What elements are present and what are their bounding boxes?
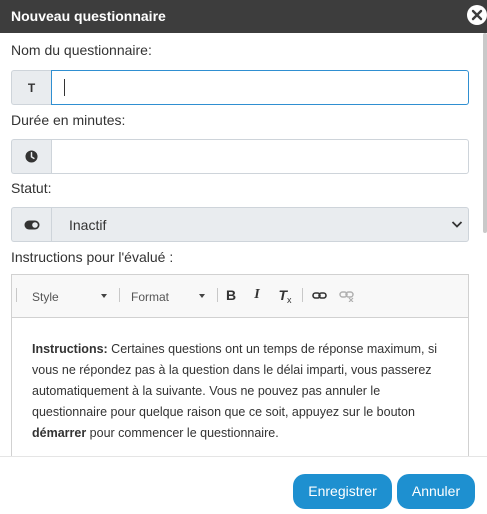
instructions-text-2: pour commencer le questionnaire. — [86, 426, 279, 440]
style-combo[interactable]: Style — [32, 284, 112, 308]
italic-button[interactable]: I — [248, 287, 266, 305]
format-combo-arrow-icon — [199, 294, 205, 298]
dialog-header: Nouveau questionnaire — [0, 0, 487, 33]
status-label: Statut: — [11, 180, 52, 196]
clear-format-button[interactable]: Tx — [276, 287, 294, 305]
format-combo-label: Format — [131, 290, 170, 304]
toolbar-separator — [119, 288, 120, 302]
clock-icon — [25, 150, 38, 163]
link-icon — [311, 292, 327, 299]
toolbar-separator — [217, 288, 218, 302]
name-label: Nom du questionnaire: — [11, 42, 152, 58]
dialog-title: Nouveau questionnaire — [11, 8, 166, 24]
status-input-group: Inactif — [11, 207, 469, 242]
close-icon — [471, 9, 483, 21]
toolbar-separator — [302, 288, 303, 302]
instructions-lead: Instructions: — [32, 342, 108, 356]
cancel-button[interactable]: Annuler — [397, 474, 475, 509]
link-button[interactable] — [310, 287, 328, 305]
name-input[interactable] — [51, 70, 469, 105]
clear-format-icon: T — [278, 287, 288, 303]
style-combo-arrow-icon — [101, 294, 107, 298]
duration-input[interactable] — [51, 139, 469, 174]
unlink-button[interactable] — [338, 287, 356, 305]
start-keyword: démarrer — [32, 426, 87, 440]
text-icon: T — [11, 70, 51, 105]
bold-button[interactable]: B — [222, 287, 240, 305]
close-button[interactable] — [467, 5, 487, 25]
status-select-value: Inactif — [69, 217, 107, 233]
toggle-icon — [24, 220, 39, 229]
toggle-icon-addon — [11, 207, 51, 242]
toolbar-separator — [16, 288, 17, 302]
status-select[interactable]: Inactif — [51, 207, 469, 242]
dialog-scrollbar[interactable] — [483, 33, 487, 233]
editor-toolbar: Style Format B I Tx — [12, 275, 468, 318]
clock-icon-addon — [11, 139, 51, 174]
dialog-footer: Enregistrer Annuler — [0, 456, 487, 514]
duration-input-group — [11, 139, 469, 174]
editor-content[interactable]: Instructions: Certaines questions ont un… — [32, 339, 452, 444]
text-caret — [64, 79, 65, 96]
instructions-label: Instructions pour l'évalué : — [11, 249, 174, 265]
format-combo[interactable]: Format — [131, 284, 211, 308]
rich-text-editor: Style Format B I Tx Instructions: Certai… — [11, 274, 469, 474]
style-combo-label: Style — [32, 290, 59, 304]
duration-label: Durée en minutes: — [11, 112, 126, 128]
name-input-group: T — [11, 70, 469, 105]
save-button[interactable]: Enregistrer — [293, 474, 392, 509]
chevron-down-icon — [451, 221, 463, 228]
unlink-icon — [339, 291, 354, 303]
